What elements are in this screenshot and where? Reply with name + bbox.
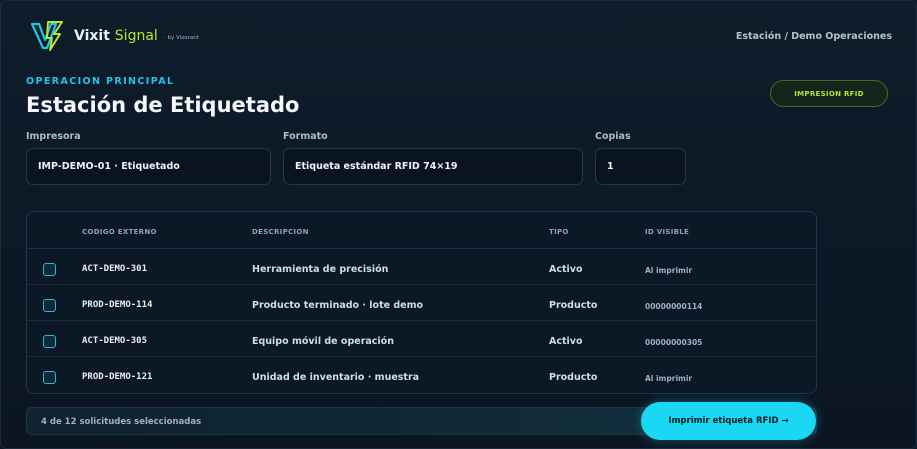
printer-label: Impresora [26,131,81,142]
cell-code: PROD-DEMO-114 [82,300,153,310]
vixit-logo-icon [30,21,63,51]
cell-visible-id: 00000000305 [645,338,703,347]
copies-label: Copias [595,131,631,142]
mode-badge[interactable]: IMPRESION RFID [770,80,888,107]
brand-name: Vixit Signal [74,28,158,44]
brand-byline: · by Vixerant [164,35,199,41]
page-overline: OPERACION PRINCIPAL [26,76,175,87]
table-header: CODIGO EXTERNO DESCRIPCION TIPO ID VISIB… [27,212,816,249]
printer-select[interactable]: IMP-DEMO-01 · Etiquetado [26,148,271,185]
row-checkbox[interactable] [43,371,56,384]
row-checkbox[interactable] [43,299,56,312]
page-title: Estación de Etiquetado [26,93,300,117]
brand-word-1: Vixit [74,28,110,44]
cell-code: ACT-DEMO-305 [82,336,148,346]
table-row[interactable]: PROD-DEMO-114 Producto terminado · lote … [27,285,816,321]
cell-visible-id: Al imprimir [645,374,693,383]
col-header-visible-id: ID VISIBLE [645,228,690,236]
row-checkbox[interactable] [43,335,56,348]
cell-type: Activo [549,264,583,275]
cell-description: Herramienta de precisión [252,264,389,275]
cell-description: Equipo móvil de operación [252,336,394,347]
cell-description: Producto terminado · lote demo [252,300,424,311]
table-row[interactable]: ACT-DEMO-301 Herramienta de precisión Ac… [27,249,816,285]
cell-type: Producto [549,300,598,311]
row-checkbox[interactable] [43,263,56,276]
selection-count: 4 de 12 solicitudes seleccionadas [41,417,202,427]
col-header-description: DESCRIPCION [252,228,309,236]
copies-input[interactable]: 1 [595,148,686,185]
cell-description: Unidad de inventario · muestra [252,372,420,383]
cell-type: Activo [549,336,583,347]
cell-code: ACT-DEMO-301 [82,264,148,274]
print-rfid-button[interactable]: Imprimir etiqueta RFID → [641,402,816,440]
table-row[interactable]: PROD-DEMO-121 Unidad de inventario · mue… [27,357,816,393]
breadcrumb[interactable]: Estación / Demo Operaciones [736,31,892,42]
cell-visible-id: Al imprimir [645,266,693,275]
format-select[interactable]: Etiqueta estándar RFID 74×19 [283,148,583,185]
format-label: Formato [283,131,328,142]
requests-table: CODIGO EXTERNO DESCRIPCION TIPO ID VISIB… [26,211,817,394]
table-row[interactable]: ACT-DEMO-305 Equipo móvil de operación A… [27,321,816,357]
cell-code: PROD-DEMO-121 [82,372,153,382]
col-header-type: TIPO [549,228,569,236]
brand-word-2: Signal [114,28,158,44]
cell-type: Producto [549,372,598,383]
cell-visible-id: 00000000114 [645,302,703,311]
col-header-code: CODIGO EXTERNO [82,228,157,236]
